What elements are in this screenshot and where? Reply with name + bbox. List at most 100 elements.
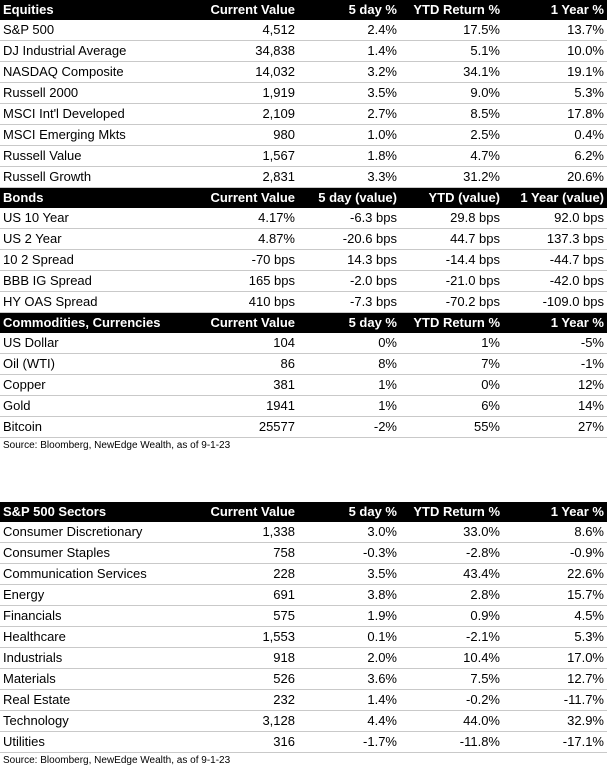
table-row: Technology 3,128 4.4% 44.0% 32.9%	[0, 710, 607, 732]
cell-value: 2,109	[195, 103, 298, 125]
cell-value: 316	[195, 731, 298, 753]
row-label: HY OAS Spread	[0, 291, 195, 313]
cell-value: -21.0 bps	[400, 270, 503, 292]
row-label: Copper	[0, 374, 195, 396]
cell-value: 6%	[400, 395, 503, 417]
cell-value: 17.0%	[503, 647, 607, 669]
cell-value: 3.5%	[298, 563, 400, 585]
cell-value: -11.8%	[400, 731, 503, 753]
cell-value: 13.7%	[503, 20, 607, 41]
row-label: Consumer Discretionary	[0, 522, 195, 543]
cell-value: 14,032	[195, 61, 298, 83]
cell-value: 165 bps	[195, 270, 298, 292]
row-label: US Dollar	[0, 333, 195, 354]
cell-value: 1.4%	[298, 689, 400, 711]
cell-value: -70 bps	[195, 249, 298, 271]
cell-value: -0.9%	[503, 542, 607, 564]
sectors-section: S&P 500 Sectors Current Value 5 day % YTD R…	[0, 502, 607, 753]
cell-value: 4.7%	[400, 145, 503, 167]
row-label: Utilities	[0, 731, 195, 753]
table-row: MSCI Int'l Developed 2,109 2.7% 8.5% 17.8%	[0, 103, 607, 125]
cell-value: 1,338	[195, 522, 298, 543]
cell-value: -2%	[298, 416, 400, 438]
cell-value: 8.5%	[400, 103, 503, 125]
table-row: Utilities 316 -1.7% -11.8% -17.1%	[0, 731, 607, 753]
section-header-row: Bonds Current Value 5 day (value) YTD (valu…	[0, 187, 607, 208]
cell-value: 2.8%	[400, 584, 503, 606]
cell-value: -0.2%	[400, 689, 503, 711]
table-row: US Dollar 104 0% 1% -5%	[0, 333, 607, 354]
row-label: Industrials	[0, 647, 195, 669]
cell-value: 758	[195, 542, 298, 564]
cell-value: 43.4%	[400, 563, 503, 585]
column-header: 5 day %	[298, 0, 400, 20]
cell-value: 33.0%	[400, 522, 503, 543]
cell-value: -1.7%	[298, 731, 400, 753]
cell-value: 31.2%	[400, 166, 503, 188]
cell-value: 32.9%	[503, 710, 607, 732]
cell-value: -2.0 bps	[298, 270, 400, 292]
row-label: MSCI Int'l Developed	[0, 103, 195, 125]
cell-value: 1.0%	[298, 124, 400, 146]
cell-value: 44.0%	[400, 710, 503, 732]
table-row: Consumer Staples 758 -0.3% -2.8% -0.9%	[0, 542, 607, 564]
cell-value: 1%	[298, 395, 400, 417]
cell-value: 25577	[195, 416, 298, 438]
commodities-section: Commodities, Currencies Current Value 5 da…	[0, 312, 607, 438]
cell-value: 1,567	[195, 145, 298, 167]
section-title: Equities	[0, 0, 195, 20]
cell-value: 1.4%	[298, 40, 400, 62]
cell-value: 1.8%	[298, 145, 400, 167]
row-label: Energy	[0, 584, 195, 606]
cell-value: 92.0 bps	[503, 208, 607, 229]
table-row: MSCI Emerging Mkts 980 1.0% 2.5% 0.4%	[0, 124, 607, 146]
table-row: Russell Value 1,567 1.8% 4.7% 6.2%	[0, 145, 607, 167]
cell-value: 14.3 bps	[298, 249, 400, 271]
row-label: Gold	[0, 395, 195, 417]
table-row: BBB IG Spread 165 bps -2.0 bps -21.0 bps -42…	[0, 270, 607, 292]
row-label: Communication Services	[0, 563, 195, 585]
section-title: S&P 500 Sectors	[0, 502, 195, 522]
cell-value: -2.1%	[400, 626, 503, 648]
cell-value: 0%	[298, 333, 400, 354]
table-row: Russell Growth 2,831 3.3% 31.2% 20.6%	[0, 166, 607, 188]
cell-value: 9.0%	[400, 82, 503, 104]
cell-value: 2.5%	[400, 124, 503, 146]
section-title: Commodities, Currencies	[0, 312, 195, 333]
cell-value: 3.6%	[298, 668, 400, 690]
cell-value: 55%	[400, 416, 503, 438]
section-header-row: Equities Current Value 5 day % YTD Return %…	[0, 0, 607, 20]
cell-value: 29.8 bps	[400, 208, 503, 229]
cell-value: 1.9%	[298, 605, 400, 627]
table-row: Communication Services 228 3.5% 43.4% 22.6%	[0, 563, 607, 585]
cell-value: -5%	[503, 333, 607, 354]
table-row: Oil (WTI) 86 8% 7% -1%	[0, 353, 607, 375]
table-row: 10 2 Spread -70 bps 14.3 bps -14.4 bps -44.7…	[0, 249, 607, 271]
section-header-row: Commodities, Currencies Current Value 5 da…	[0, 312, 607, 333]
row-label: US 10 Year	[0, 208, 195, 229]
cell-value: 10.0%	[503, 40, 607, 62]
table-row: Industrials 918 2.0% 10.4% 17.0%	[0, 647, 607, 669]
cell-value: 0.1%	[298, 626, 400, 648]
cell-value: 2,831	[195, 166, 298, 188]
cell-value: 10.4%	[400, 647, 503, 669]
cell-value: -2.8%	[400, 542, 503, 564]
cell-value: 2.0%	[298, 647, 400, 669]
cell-value: 19.1%	[503, 61, 607, 83]
bonds-section: Bonds Current Value 5 day (value) YTD (valu…	[0, 187, 607, 313]
cell-value: 7.5%	[400, 668, 503, 690]
table-row: Russell 2000 1,919 3.5% 9.0% 5.3%	[0, 82, 607, 104]
cell-value: 3,128	[195, 710, 298, 732]
cell-value: 17.5%	[400, 20, 503, 41]
cell-value: 1,919	[195, 82, 298, 104]
cell-value: 3.8%	[298, 584, 400, 606]
cell-value: 3.5%	[298, 82, 400, 104]
cell-value: 8%	[298, 353, 400, 375]
cell-value: 3.2%	[298, 61, 400, 83]
market-table: Equities Current Value 5 day % YTD Return %…	[0, 0, 607, 438]
cell-value: 4.17%	[195, 208, 298, 229]
cell-value: 3.3%	[298, 166, 400, 188]
cell-value: -20.6 bps	[298, 228, 400, 250]
column-header: YTD Return %	[400, 0, 503, 20]
